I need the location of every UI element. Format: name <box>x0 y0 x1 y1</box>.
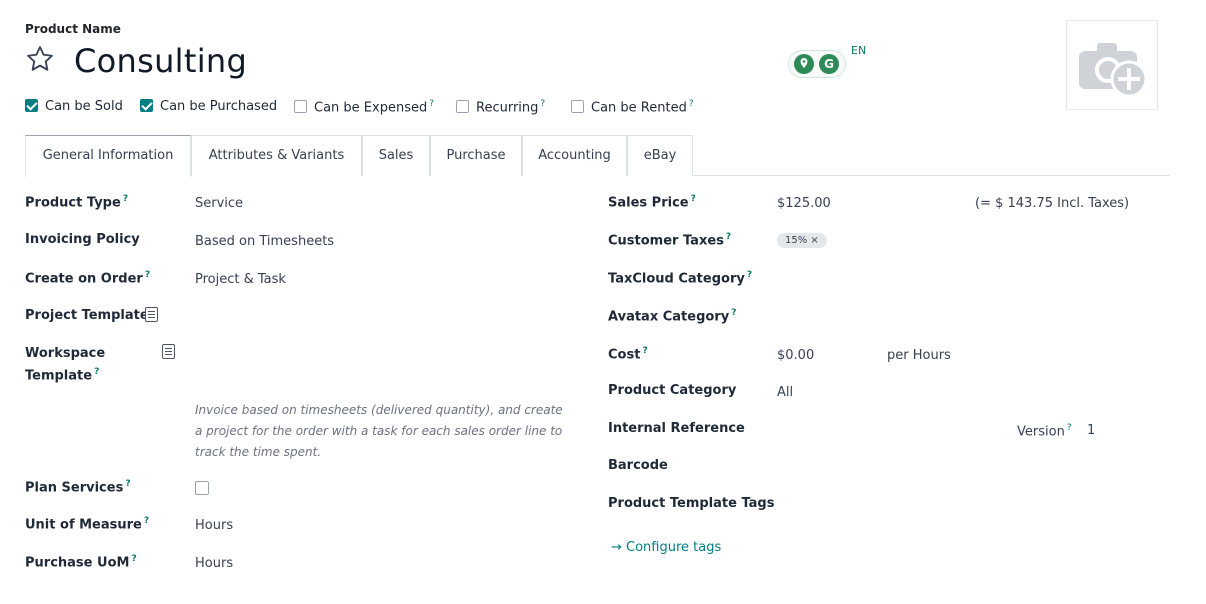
barcode-label: Barcode <box>608 458 668 473</box>
invoicing-help-text: Invoice based on timesheets (delivered q… <box>195 403 563 459</box>
help-icon[interactable]: ? <box>731 308 736 318</box>
product-title[interactable]: Consulting <box>74 42 247 80</box>
purchase-uom-value[interactable]: Hours <box>195 556 233 571</box>
cost-per-unit: per Hours <box>887 348 951 363</box>
help-icon[interactable]: ? <box>131 554 136 564</box>
tab-general-information[interactable]: General Information <box>25 135 191 177</box>
help-icon[interactable]: ? <box>726 232 731 242</box>
product-type-value[interactable]: Service <box>195 196 243 211</box>
help-icon[interactable]: ? <box>429 99 434 109</box>
help-icon[interactable]: ? <box>540 99 545 109</box>
location-pin-icon[interactable] <box>794 54 814 74</box>
help-icon[interactable]: ? <box>747 270 752 280</box>
language-selector[interactable]: EN <box>851 44 866 57</box>
avatax-category-label: Avatax Category? <box>608 308 737 325</box>
invoicing-policy-value[interactable]: Based on Timesheets <box>195 234 334 249</box>
plan-services-checkbox[interactable] <box>195 481 209 495</box>
customer-taxes-label: Customer Taxes? <box>608 232 732 249</box>
internal-reference-label: Internal Reference <box>608 421 745 436</box>
option-recurring[interactable]: Recurring? <box>456 99 545 115</box>
taxcloud-category-label: TaxCloud Category? <box>608 270 753 287</box>
option-can-be-sold[interactable]: Can be Sold <box>25 99 123 114</box>
option-can-be-expensed[interactable]: Can be Expensed? <box>294 99 434 115</box>
help-icon[interactable]: ? <box>145 270 150 280</box>
option-can-be-purchased[interactable]: Can be Purchased <box>140 99 277 114</box>
star-outline-icon[interactable] <box>25 44 55 74</box>
cost-value[interactable]: $0.00 <box>777 348 814 363</box>
help-icon[interactable]: ? <box>691 194 696 204</box>
create-on-order-value[interactable]: Project & Task <box>195 272 286 287</box>
help-icon[interactable]: ? <box>144 516 149 526</box>
workspace-template-label-line1: Workspace <box>25 346 106 361</box>
version-value[interactable]: 1 <box>1087 423 1095 438</box>
invoicing-policy-label: Invoicing Policy <box>25 232 140 247</box>
create-on-order-label: Create on Order? <box>25 270 151 287</box>
help-icon[interactable]: ? <box>125 479 130 489</box>
product-type-label: Product Type? <box>25 194 129 211</box>
help-icon[interactable]: ? <box>689 99 694 109</box>
can-be-rented-checkbox[interactable] <box>571 100 584 114</box>
plan-services-label: Plan Services? <box>25 479 131 496</box>
help-icon[interactable]: ? <box>1067 423 1072 433</box>
can-be-expensed-checkbox[interactable] <box>294 100 307 114</box>
sales-price-incl-taxes: (= $ 143.75 Incl. Taxes) <box>975 196 1130 211</box>
google-g-icon[interactable]: G <box>819 54 839 74</box>
version-label: Version? <box>1017 423 1072 440</box>
tab-sales[interactable]: Sales <box>362 135 430 176</box>
template-list-icon[interactable] <box>145 307 158 322</box>
workspace-template-label-line2: Template? <box>25 367 100 384</box>
help-icon[interactable]: ? <box>123 194 128 204</box>
tab-accounting[interactable]: Accounting <box>522 135 627 176</box>
tab-purchase[interactable]: Purchase <box>430 135 522 176</box>
can-be-purchased-checkbox[interactable] <box>140 99 153 112</box>
template-list-icon[interactable] <box>162 344 175 359</box>
cost-label: Cost? <box>608 346 648 363</box>
unit-of-measure-label: Unit of Measure? <box>25 516 150 533</box>
product-name-label: Product Name <box>25 22 121 36</box>
tab-attributes-variants[interactable]: Attributes & Variants <box>191 135 362 176</box>
project-template-label: Project Template <box>25 308 149 323</box>
product-category-value[interactable]: All <box>777 385 793 400</box>
can-be-sold-checkbox[interactable] <box>25 99 38 112</box>
purchase-uom-label: Purchase UoM? <box>25 554 137 571</box>
help-icon[interactable]: ? <box>642 346 647 356</box>
sales-price-label: Sales Price? <box>608 194 696 211</box>
recurring-checkbox[interactable] <box>456 100 469 114</box>
help-icon[interactable]: ? <box>94 367 99 377</box>
product-image-placeholder[interactable] <box>1066 20 1158 110</box>
product-template-tags-label: Product Template Tags <box>608 496 775 511</box>
tab-ebay[interactable]: eBay <box>627 135 693 176</box>
sales-price-value[interactable]: $125.00 <box>777 196 831 211</box>
camera-add-icon <box>1079 43 1148 98</box>
unit-of-measure-value[interactable]: Hours <box>195 518 233 533</box>
configure-tags-link[interactable]: → Configure tags <box>611 540 721 555</box>
product-category-label: Product Category <box>608 383 737 398</box>
tax-badge-15[interactable]: 15% × <box>777 233 827 248</box>
option-can-be-rented[interactable]: Can be Rented? <box>571 99 694 115</box>
